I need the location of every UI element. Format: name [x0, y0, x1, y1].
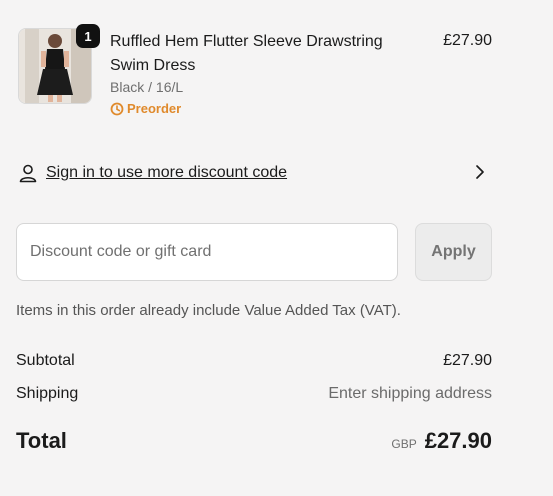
preorder-clock-icon	[110, 102, 124, 115]
quantity-badge: 1	[76, 24, 100, 48]
shipping-value: Enter shipping address	[328, 385, 492, 402]
subtotal-label: Subtotal	[16, 352, 75, 369]
total-value: £27.90	[424, 428, 492, 453]
product-thumbnail[interactable]: 1	[18, 24, 100, 104]
total-row: Total GBP £27.90	[16, 428, 492, 454]
total-currency: GBP	[391, 437, 417, 451]
preorder-label: Preorder	[127, 101, 182, 116]
preorder-status: Preorder	[110, 101, 181, 116]
product-price: £27.90	[443, 32, 492, 49]
order-line-item: 1 Ruffled Hem Flutter Sleeve Drawstring …	[18, 24, 492, 124]
product-title: Ruffled Hem Flutter Sleeve Drawstring Sw…	[110, 33, 383, 74]
vat-note: Items in this order already include Valu…	[16, 302, 401, 319]
user-icon	[19, 164, 37, 183]
sign-in-discount-row[interactable]: Sign in to use more discount code	[18, 160, 492, 186]
total-amount: GBP £27.90	[391, 428, 492, 454]
product-variant: Black / 16/L	[110, 79, 184, 95]
subtotal-row: Subtotal £27.90	[16, 352, 492, 370]
chevron-right-icon[interactable]	[474, 164, 486, 180]
shipping-row: Shipping Enter shipping address	[16, 385, 492, 403]
sign-in-link[interactable]: Sign in to use more discount code	[46, 164, 287, 182]
discount-code-input[interactable]	[16, 223, 398, 281]
apply-button[interactable]: Apply	[415, 223, 492, 281]
total-label: Total	[16, 428, 67, 453]
shipping-label: Shipping	[16, 385, 79, 402]
subtotal-value: £27.90	[443, 352, 492, 369]
